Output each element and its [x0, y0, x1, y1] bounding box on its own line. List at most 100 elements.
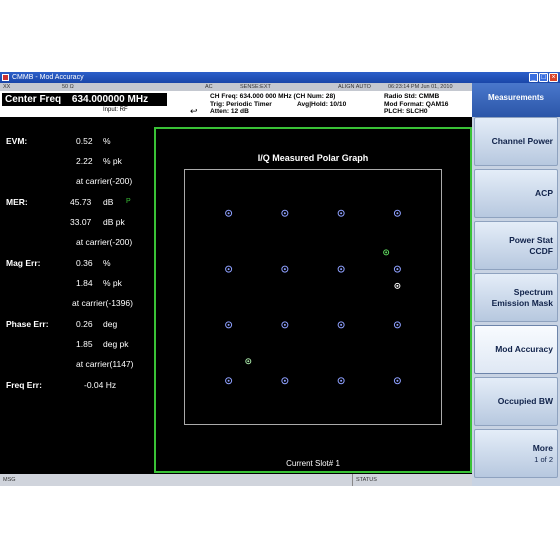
mer-carrier: at carrier(-200) [76, 237, 133, 247]
freq-err-value: -0.04 Hz [84, 380, 117, 390]
more-softkey[interactable]: More 1 of 2 [474, 429, 558, 478]
align-indicator: ALIGN AUTO [338, 84, 371, 90]
constellation-point-center [396, 379, 399, 382]
input-label: Input: RF [103, 107, 128, 113]
evm-carrier: at carrier(-200) [76, 176, 133, 186]
constellation-point-center [396, 212, 399, 215]
polar-graph-window[interactable]: I/Q Measured Polar Graph Current Slot# 1 [154, 127, 472, 473]
softkey-label: Occupied BW [497, 396, 553, 406]
mag-err-pk-value: 1.84 [76, 278, 93, 288]
highlight-point-center [247, 360, 250, 363]
evm-value: 0.52 [76, 136, 93, 146]
constellation-point-center [283, 268, 286, 271]
graph-title: I/Q Measured Polar Graph [257, 153, 369, 163]
mod-accuracy-softkey[interactable]: Mod Accuracy [474, 325, 558, 374]
maximize-icon[interactable]: □ [539, 73, 548, 82]
softkey-sub-label: 1 of 2 [534, 454, 553, 464]
phase-err-unit: deg [103, 319, 118, 329]
current-slot-label: Current Slot# 1 [286, 459, 340, 468]
occupied-bw-softkey[interactable]: Occupied BW [474, 377, 558, 426]
constellation-point-center [227, 268, 230, 271]
softkey-panel: Measurements Channel Power ACP Power Sta… [472, 83, 560, 486]
constellation-point-center [340, 212, 343, 215]
measurement-header: Center Freq 634.000000 MHz Input: RF ↩ C… [0, 91, 472, 117]
mer-unit: dB [103, 197, 114, 207]
mag-err-label: Mag Err: [6, 258, 41, 268]
app-icon [2, 74, 9, 81]
sense-indicator: SENSE:EXT [240, 84, 271, 90]
constellation-point-center [283, 212, 286, 215]
phase-err-value: 0.26 [76, 319, 93, 329]
mode-indicator: XX [3, 84, 11, 90]
msg-label: MSG [3, 477, 16, 483]
spectrum-emission-mask-softkey[interactable]: Spectrum Emission Mask [474, 273, 558, 322]
mod-format: Mod Format: QAM16 [384, 100, 449, 108]
softkey-label: ACP [535, 188, 553, 198]
constellation-point-center [227, 323, 230, 326]
constellation-point-center [396, 323, 399, 326]
mer-pk-unit: dB pk [103, 217, 125, 227]
mer-pass-flag: P [126, 198, 131, 205]
mer-pk-value: 33.07 [70, 217, 92, 227]
loop-arrow-icon: ↩ [190, 106, 198, 116]
status-strip: XX 50 Ω AC SENSE:EXT ALIGN AUTO 06:23:14… [0, 83, 472, 91]
title-bar: CMMB - Mod Accuracy _ □ × [0, 72, 560, 83]
ch-freq: CH Freq: 634.000 000 MHz (CH Num: 28) [210, 93, 336, 100]
atten-setting: Atten: 12 dB [210, 108, 249, 115]
phase-err-pk-value: 1.85 [76, 339, 93, 349]
evm-pk-unit: % pk [103, 156, 122, 166]
constellation-point-center [283, 323, 286, 326]
close-icon[interactable]: × [549, 73, 558, 82]
constellation-point-center [227, 379, 230, 382]
softkey-label: More [532, 442, 553, 453]
analyzer-window: CMMB - Mod Accuracy _ □ × XX 50 Ω AC SEN… [0, 72, 560, 486]
center-freq-display[interactable]: Center Freq 634.000000 MHz [2, 93, 167, 106]
softkey-label: Power Stat [509, 234, 553, 245]
phase-err-label: Phase Err: [6, 319, 49, 329]
results-panel: EVM: 0.52 % 2.22 % pk at carrier(-200) M… [0, 117, 152, 474]
mag-err-carrier: at carrier(-1396) [72, 298, 133, 308]
minimize-icon[interactable]: _ [529, 73, 538, 82]
window-title: CMMB - Mod Accuracy [12, 74, 84, 81]
softkey-sub-label: CCDF [529, 245, 553, 256]
constellation-plot [184, 169, 442, 425]
constellation-point-center [340, 268, 343, 271]
mag-err-unit: % [103, 258, 111, 268]
highlight-point-center [396, 284, 399, 287]
mag-err-value: 0.36 [76, 258, 93, 268]
constellation-point-center [283, 379, 286, 382]
phase-err-pk-unit: deg pk [103, 339, 129, 349]
avg-hold: Avg|Hold: 10/10 [297, 100, 347, 108]
highlight-point-center [385, 251, 388, 254]
phase-err-carrier: at carrier(1147) [76, 359, 134, 369]
softkey-label: Mod Accuracy [495, 344, 553, 354]
constellation-svg [225, 209, 401, 385]
center-freq-label: Center Freq [5, 94, 62, 105]
freq-err-label: Freq Err: [6, 380, 42, 390]
softkey-sub-label: Emission Mask [491, 297, 553, 308]
softkey-label: Channel Power [491, 136, 553, 146]
mer-label: MER: [6, 197, 28, 207]
mag-err-pk-unit: % pk [103, 278, 122, 288]
constellation-point-center [340, 323, 343, 326]
center-freq-value: 634.000000 MHz [71, 94, 149, 105]
constellation-point-center [340, 379, 343, 382]
acp-softkey[interactable]: ACP [474, 169, 558, 218]
radio-std: Radio Std: CMMB [384, 93, 440, 100]
softkey-label: Spectrum [513, 286, 553, 297]
channel-power-softkey[interactable]: Channel Power [474, 117, 558, 166]
status-label[interactable]: STATUS [352, 474, 377, 486]
power-stat-ccdf-softkey[interactable]: Power Stat CCDF [474, 221, 558, 270]
mer-value: 45.73 [70, 197, 92, 207]
coupling-indicator: AC [205, 84, 213, 90]
softkey-menu-title: Measurements [472, 83, 560, 117]
plch: PLCH: SLCH0 [384, 108, 428, 115]
constellation-point-center [396, 268, 399, 271]
evm-pk-value: 2.22 [76, 156, 93, 166]
constellation-point-center [227, 212, 230, 215]
evm-label: EVM: [6, 136, 28, 146]
evm-unit: % [103, 136, 111, 146]
message-bar: MSG STATUS [0, 474, 472, 486]
datetime: 06:23:14 PM Jun 01, 2010 [388, 84, 453, 90]
impedance-indicator: 50 Ω [62, 84, 74, 90]
